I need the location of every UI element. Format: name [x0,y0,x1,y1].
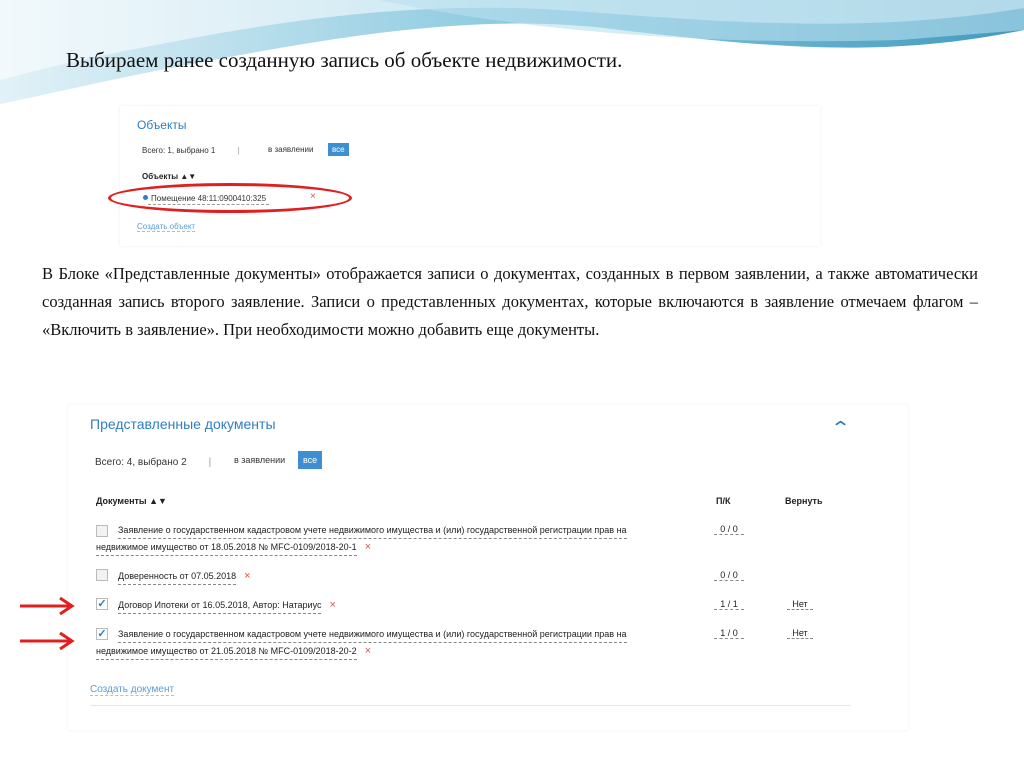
create-document-link[interactable]: Создать документ [90,684,175,696]
document-link[interactable]: Доверенность от 07.05.2018 × [118,568,251,585]
include-checkbox[interactable] [96,525,108,537]
documents-panel-title: Представленные документы [90,416,276,432]
documents-counter: Всего: 4, выбрано 2 | [95,457,221,468]
document-pk-value: 0 / 0 [714,524,744,535]
return-column-header: Вернуть [785,496,823,506]
pk-column-header: П/К [716,496,731,506]
objects-panel: Объекты Всего: 1, выбрано 1 | в заявлении… [120,106,820,246]
create-object-link[interactable]: Создать объект [137,222,196,232]
objects-panel-title: Объекты [137,118,187,132]
slide-title: Выбираем ранее созданную запись об объек… [66,48,623,72]
document-remove-icon[interactable]: × [365,541,371,553]
objects-counter-text: Всего: 1, выбрано 1 [142,146,216,155]
red-arrow-icon [20,631,75,651]
documents-counter-text: Всего: 4, выбрано 2 [95,457,187,468]
document-title-line1: Доверенность от 07.05.2018 [118,568,237,585]
documents-in-application-label: в заявлении [234,455,286,465]
document-title-line2: недвижимое имущество от 21.05.2018 № MFC… [96,643,357,660]
documents-column-header[interactable]: Документы ▲▼ [96,496,167,506]
document-link[interactable]: Заявление о государственном кадастровом … [96,626,627,660]
document-pk-value: 1 / 0 [714,628,744,639]
chevron-up-icon[interactable]: ⌃ [830,418,851,439]
objects-separator: | [237,146,240,155]
panel-divider [90,705,850,706]
highlight-ellipse [108,183,352,213]
include-checkbox-checked[interactable]: ✓ [96,628,108,640]
objects-all-button[interactable]: все [328,143,349,156]
document-title-line1: Заявление о государственном кадастровом … [118,626,627,643]
document-link[interactable]: Заявление о государственном кадастровом … [96,522,627,556]
document-title-line1: Договор Ипотеки от 16.05.2018, Автор: На… [118,597,322,614]
document-return-value[interactable]: Нет [787,628,813,639]
document-remove-icon[interactable]: × [244,570,250,582]
include-checkbox[interactable] [96,569,108,581]
document-pk-value: 0 / 0 [714,570,744,581]
documents-all-button[interactable]: все [298,451,323,469]
document-title-line2: недвижимое имущество от 18.05.2018 № MFC… [96,539,357,556]
objects-in-application-label: в заявлении [268,145,314,154]
description-paragraph: В Блоке «Представленные документы» отобр… [42,264,978,339]
include-checkbox-checked[interactable]: ✓ [96,598,108,610]
document-remove-icon[interactable]: × [329,599,335,611]
objects-column-header[interactable]: Объекты ▲▼ [142,172,196,181]
document-pk-value: 1 / 1 [714,599,744,610]
objects-counter: Всего: 1, выбрано 1 | [142,146,249,155]
documents-panel: Представленные документы ⌃ Всего: 4, выб… [68,405,908,730]
document-link[interactable]: Договор Ипотеки от 16.05.2018, Автор: На… [118,597,336,614]
red-arrow-icon [20,596,75,616]
document-remove-icon[interactable]: × [365,645,371,657]
document-return-value[interactable]: Нет [787,599,813,610]
documents-separator: | [208,457,212,468]
document-title-line1: Заявление о государственном кадастровом … [118,522,627,539]
